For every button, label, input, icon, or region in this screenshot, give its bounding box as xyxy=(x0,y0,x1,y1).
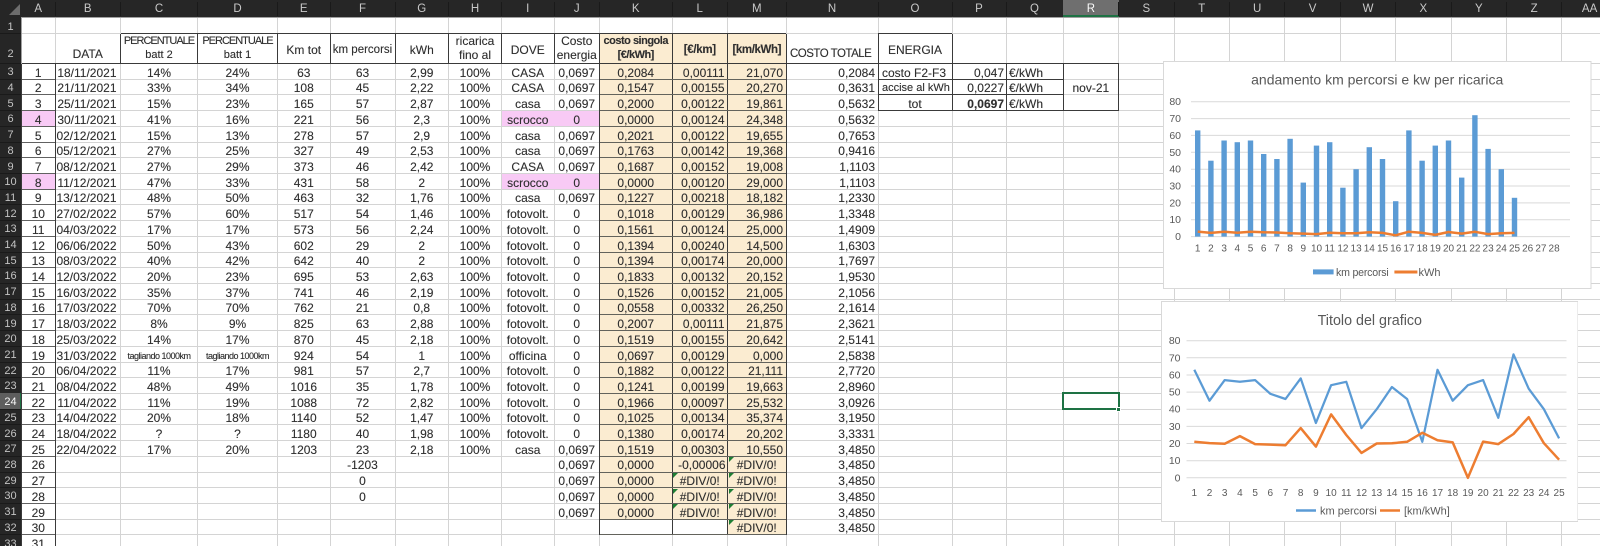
svg-text:20: 20 xyxy=(1168,438,1180,450)
svg-text:7: 7 xyxy=(1282,488,1288,499)
svg-text:[km/kWh]: [km/kWh] xyxy=(1404,506,1450,518)
svg-text:5: 5 xyxy=(1252,488,1258,499)
svg-text:23: 23 xyxy=(1523,488,1535,499)
svg-text:8: 8 xyxy=(1287,244,1293,255)
svg-text:24: 24 xyxy=(1538,488,1550,499)
svg-text:andamento km percorsi e kw per: andamento km percorsi e kw per ricarica xyxy=(1251,72,1503,88)
svg-text:13: 13 xyxy=(1371,488,1383,499)
svg-text:10: 10 xyxy=(1325,488,1337,499)
svg-text:6: 6 xyxy=(1267,488,1273,499)
svg-text:19: 19 xyxy=(1462,488,1474,499)
svg-text:50: 50 xyxy=(1168,387,1180,399)
svg-text:23: 23 xyxy=(1483,244,1495,255)
svg-text:Titolo del grafico: Titolo del grafico xyxy=(1317,313,1421,329)
svg-text:22: 22 xyxy=(1469,244,1481,255)
svg-text:30: 30 xyxy=(1169,181,1181,193)
svg-text:20: 20 xyxy=(1169,197,1181,209)
svg-text:15: 15 xyxy=(1377,244,1389,255)
svg-text:11: 11 xyxy=(1341,488,1352,499)
svg-text:0: 0 xyxy=(1175,231,1181,243)
svg-text:2: 2 xyxy=(1206,488,1212,499)
svg-text:20: 20 xyxy=(1477,488,1489,499)
svg-text:16: 16 xyxy=(1416,488,1428,499)
svg-text:4: 4 xyxy=(1235,244,1241,255)
svg-text:27: 27 xyxy=(1535,244,1547,255)
svg-text:13: 13 xyxy=(1351,244,1363,255)
svg-text:3: 3 xyxy=(1221,244,1227,255)
svg-text:14: 14 xyxy=(1386,488,1398,499)
svg-text:17: 17 xyxy=(1431,488,1443,499)
svg-text:20: 20 xyxy=(1443,244,1455,255)
svg-text:11: 11 xyxy=(1325,244,1336,255)
svg-text:80: 80 xyxy=(1168,335,1180,347)
svg-text:24: 24 xyxy=(1496,244,1508,255)
svg-text:30: 30 xyxy=(1168,421,1180,433)
svg-text:60: 60 xyxy=(1169,130,1181,142)
svg-text:70: 70 xyxy=(1168,352,1180,364)
svg-text:9: 9 xyxy=(1301,244,1307,255)
svg-text:26: 26 xyxy=(1522,244,1534,255)
svg-text:22: 22 xyxy=(1507,488,1519,499)
svg-text:12: 12 xyxy=(1337,244,1349,255)
svg-text:0: 0 xyxy=(1174,472,1180,484)
svg-text:18: 18 xyxy=(1417,244,1429,255)
svg-text:21: 21 xyxy=(1456,244,1468,255)
svg-text:4: 4 xyxy=(1237,488,1243,499)
svg-text:kWh: kWh xyxy=(1419,267,1441,279)
svg-text:70: 70 xyxy=(1169,113,1181,125)
svg-text:1: 1 xyxy=(1195,244,1201,255)
svg-text:10: 10 xyxy=(1311,244,1323,255)
svg-text:2: 2 xyxy=(1208,244,1214,255)
svg-text:10: 10 xyxy=(1168,455,1180,467)
svg-text:28: 28 xyxy=(1549,244,1561,255)
svg-text:6: 6 xyxy=(1261,244,1267,255)
svg-text:50: 50 xyxy=(1169,147,1181,159)
svg-text:km percorsi: km percorsi xyxy=(1336,267,1389,279)
svg-text:40: 40 xyxy=(1169,164,1181,176)
svg-text:40: 40 xyxy=(1168,404,1180,416)
svg-text:21: 21 xyxy=(1492,488,1504,499)
svg-text:12: 12 xyxy=(1355,488,1367,499)
svg-text:25: 25 xyxy=(1509,244,1521,255)
svg-text:7: 7 xyxy=(1274,244,1280,255)
svg-text:60: 60 xyxy=(1168,370,1180,382)
svg-text:80: 80 xyxy=(1169,96,1181,108)
svg-text:14: 14 xyxy=(1364,244,1376,255)
svg-text:19: 19 xyxy=(1430,244,1442,255)
svg-text:3: 3 xyxy=(1221,488,1227,499)
svg-text:9: 9 xyxy=(1313,488,1319,499)
svg-text:8: 8 xyxy=(1297,488,1303,499)
svg-text:5: 5 xyxy=(1248,244,1254,255)
svg-text:16: 16 xyxy=(1390,244,1402,255)
svg-text:25: 25 xyxy=(1553,488,1565,499)
svg-text:10: 10 xyxy=(1169,214,1181,226)
svg-text:1: 1 xyxy=(1191,488,1197,499)
svg-text:18: 18 xyxy=(1447,488,1459,499)
svg-text:17: 17 xyxy=(1403,244,1415,255)
svg-text:km percorsi: km percorsi xyxy=(1320,506,1377,518)
svg-text:15: 15 xyxy=(1401,488,1413,499)
